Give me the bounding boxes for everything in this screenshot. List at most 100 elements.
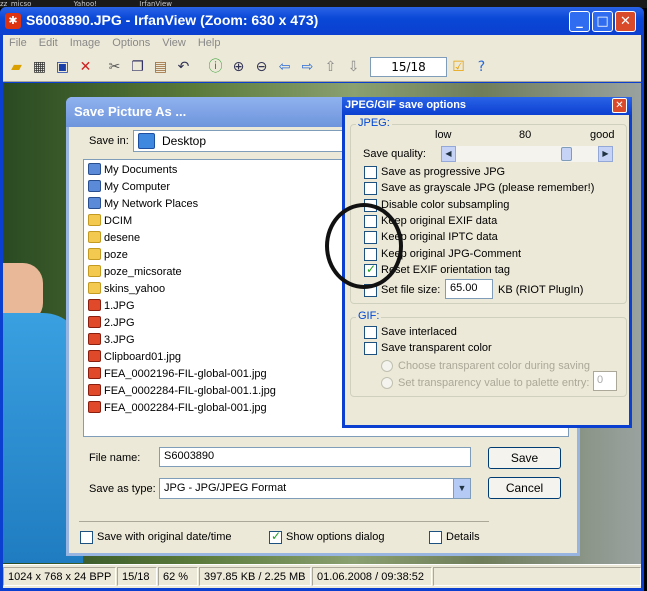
page-number-box[interactable]: 15/18 bbox=[370, 57, 447, 77]
file-name: desene bbox=[104, 232, 141, 244]
file-list-item[interactable]: 1.JPG bbox=[88, 298, 135, 314]
zoom-out-icon[interactable]: ⊖ bbox=[252, 58, 271, 77]
title-bar[interactable]: ✱ S6003890.JPG - IrfanView (Zoom: 630 x … bbox=[0, 7, 644, 35]
file-name: My Documents bbox=[104, 164, 178, 176]
chevron-left-icon[interactable]: ◀ bbox=[441, 146, 456, 162]
next-icon[interactable]: ⇨ bbox=[298, 58, 317, 77]
status-datetime: 01.06.2008 / 09:38:52 bbox=[312, 567, 432, 586]
choose-transparent-radio[interactable] bbox=[381, 360, 393, 372]
menu-help[interactable]: Help bbox=[192, 35, 227, 49]
last-icon[interactable]: ⇩ bbox=[344, 58, 363, 77]
toolbar: ▰ ▦ ▣ ✕ ✂ ❐ ▤ ↶ ⓘ ⊕ ⊖ ⇦ ⇨ ⇧ ⇩ 15/18 ☑ ? bbox=[3, 54, 641, 82]
original-date-checkbox[interactable] bbox=[80, 531, 93, 544]
file-list-item[interactable]: skins_yahoo bbox=[88, 281, 165, 297]
details-label: Details bbox=[446, 531, 480, 543]
status-empty bbox=[433, 567, 641, 586]
details-checkbox[interactable] bbox=[429, 531, 442, 544]
file-list-item[interactable]: poze_micsorate bbox=[88, 264, 182, 280]
menu-edit[interactable]: Edit bbox=[33, 35, 64, 49]
save-button[interactable]: Save bbox=[488, 447, 561, 469]
show-options-label: Show options dialog bbox=[286, 531, 385, 543]
close-button[interactable]: ✕ bbox=[615, 11, 636, 32]
maximize-button[interactable]: □ bbox=[592, 11, 613, 32]
info-icon[interactable]: ⓘ bbox=[206, 58, 225, 77]
checklist-icon[interactable]: ☑ bbox=[449, 58, 468, 77]
window-title: S6003890.JPG - IrfanView (Zoom: 630 x 47… bbox=[26, 12, 319, 28]
file-name: FEA_0002284-FIL-global-001.jpg bbox=[104, 402, 267, 414]
transparent-checkbox[interactable] bbox=[364, 342, 377, 355]
status-zoom: 62 % bbox=[158, 567, 198, 586]
transparency-value-input[interactable]: 0 bbox=[593, 371, 617, 391]
minimize-button[interactable]: _ bbox=[569, 11, 590, 32]
copy-icon[interactable]: ❐ bbox=[128, 58, 147, 77]
slider-thumb[interactable] bbox=[560, 147, 572, 161]
help-icon[interactable]: ? bbox=[472, 58, 491, 77]
jpeg-option-checkbox[interactable] bbox=[364, 182, 377, 196]
folder-icon bbox=[88, 214, 101, 226]
save-as-type-dropdown[interactable]: JPG - JPG/JPEG Format ▼ bbox=[159, 478, 471, 499]
file-size-label: Set file size: bbox=[381, 284, 441, 296]
file-name: 2.JPG bbox=[104, 317, 135, 329]
cancel-button[interactable]: Cancel bbox=[488, 477, 561, 499]
undo-icon[interactable]: ↶ bbox=[174, 58, 193, 77]
chevron-right-icon[interactable]: ▶ bbox=[598, 146, 613, 162]
file-list-item[interactable]: DCIM bbox=[88, 213, 132, 229]
system-folder-icon bbox=[88, 180, 101, 192]
desktop-icon bbox=[138, 133, 155, 149]
save-icon[interactable]: ▣ bbox=[53, 58, 72, 77]
show-options-checkbox[interactable] bbox=[269, 529, 282, 544]
zoom-in-icon[interactable]: ⊕ bbox=[229, 58, 248, 77]
save-in-dropdown[interactable]: Desktop bbox=[133, 130, 363, 152]
file-list-item[interactable]: FEA_0002196-FIL-global-001.jpg bbox=[88, 366, 267, 382]
jpeg-group-label: JPEG: bbox=[356, 117, 392, 129]
jpg-file-icon bbox=[88, 367, 101, 379]
gif-group-label: GIF: bbox=[356, 310, 382, 322]
file-name: 1.JPG bbox=[104, 300, 135, 312]
options-title-bar[interactable]: JPEG/GIF save options ✕ bbox=[342, 97, 632, 115]
menu-bar: File Edit Image Options View Help bbox=[3, 35, 641, 54]
menu-options[interactable]: Options bbox=[106, 35, 156, 49]
save-as-type-label: Save as type: bbox=[89, 483, 156, 495]
file-name: FEA_0002284-FIL-global-001.1.jpg bbox=[104, 385, 276, 397]
system-folder-icon bbox=[88, 197, 101, 209]
chevron-down-icon[interactable]: ▼ bbox=[453, 479, 470, 498]
paste-icon[interactable]: ▤ bbox=[151, 58, 170, 77]
jpeg-option-label: Reset EXIF orientation tag bbox=[381, 263, 511, 276]
jpg-file-icon bbox=[88, 333, 101, 345]
set-transparency-radio[interactable] bbox=[381, 377, 393, 389]
file-list-item[interactable]: FEA_0002284-FIL-global-001.jpg bbox=[88, 400, 267, 416]
interlaced-checkbox[interactable] bbox=[364, 326, 377, 339]
file-list-item[interactable]: desene bbox=[88, 230, 140, 246]
folder-icon bbox=[88, 248, 101, 260]
first-icon[interactable]: ⇧ bbox=[321, 58, 340, 77]
folder-icon bbox=[88, 231, 101, 243]
file-name: poze_micsorate bbox=[104, 266, 182, 278]
transparent-label: Save transparent color bbox=[381, 342, 492, 354]
file-list-item[interactable]: 3.JPG bbox=[88, 332, 135, 348]
file-list-item[interactable]: Clipboard01.jpg bbox=[88, 349, 181, 365]
file-list-item[interactable]: My Documents bbox=[88, 162, 177, 178]
quality-slider[interactable]: ◀ ▶ bbox=[441, 146, 613, 162]
file-list-item[interactable]: poze bbox=[88, 247, 128, 263]
cut-icon[interactable]: ✂ bbox=[105, 58, 124, 77]
file-list-item[interactable]: FEA_0002284-FIL-global-001.1.jpg bbox=[88, 383, 276, 399]
file-name: poze bbox=[104, 249, 128, 261]
menu-image[interactable]: Image bbox=[64, 35, 107, 49]
jpg-file-icon bbox=[88, 350, 101, 362]
quality-good-label: good bbox=[590, 129, 615, 141]
open-folder-icon[interactable]: ▰ bbox=[7, 58, 26, 77]
file-list-item[interactable]: 2.JPG bbox=[88, 315, 135, 331]
previous-icon[interactable]: ⇦ bbox=[275, 58, 294, 77]
jpeg-option-checkbox[interactable] bbox=[364, 166, 377, 179]
menu-view[interactable]: View bbox=[156, 35, 192, 49]
file-size-input[interactable]: 65.00 bbox=[445, 279, 493, 299]
file-list-item[interactable]: My Network Places bbox=[88, 196, 198, 212]
delete-icon[interactable]: ✕ bbox=[76, 58, 95, 77]
jpg-file-icon bbox=[88, 401, 101, 413]
file-name-input[interactable]: S6003890 bbox=[159, 447, 471, 467]
file-list-item[interactable]: My Computer bbox=[88, 179, 170, 195]
menu-file[interactable]: File bbox=[3, 35, 33, 49]
folder-icon bbox=[88, 265, 101, 277]
filmstrip-icon[interactable]: ▦ bbox=[30, 58, 49, 77]
options-close-button[interactable]: ✕ bbox=[612, 98, 627, 113]
